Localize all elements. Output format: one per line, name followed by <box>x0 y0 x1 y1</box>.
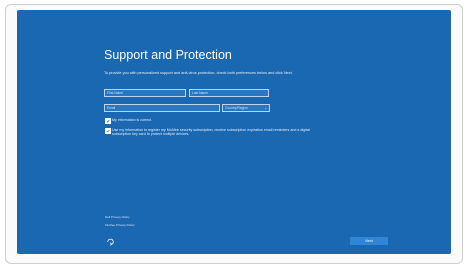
last-name-placeholder: Last Name <box>192 91 208 95</box>
register-mcafee-label: Use my information to register my McAfee… <box>112 127 310 137</box>
info-correct-label: My information is correct. <box>112 117 153 122</box>
country-region-select[interactable]: Country/Region ⌄ <box>222 104 270 112</box>
page-title: Support and Protection <box>104 48 232 62</box>
next-button[interactable]: Next <box>350 237 388 245</box>
setup-screen: Support and Protection To provide you wi… <box>17 10 451 254</box>
register-mcafee-checkbox[interactable] <box>105 128 111 134</box>
first-name-placeholder: First Name <box>107 91 124 95</box>
mcafee-privacy-policy-link[interactable]: McAfee Privacy Policy <box>105 223 135 227</box>
country-placeholder: Country/Region <box>225 106 248 110</box>
chevron-down-icon: ⌄ <box>264 106 267 110</box>
checkmark-icon <box>106 129 110 133</box>
page-description: To provide you with personalized support… <box>104 71 293 75</box>
email-placeholder: Email <box>107 106 116 110</box>
ease-of-access-icon[interactable] <box>106 233 115 246</box>
email-field[interactable]: Email <box>104 104 220 112</box>
last-name-field[interactable]: Last Name <box>189 89 269 97</box>
first-name-field[interactable]: First Name <box>104 89 186 97</box>
checkmark-icon <box>106 119 110 123</box>
info-correct-checkbox[interactable] <box>105 118 111 124</box>
dell-privacy-policy-link[interactable]: Dell Privacy Policy <box>105 215 130 219</box>
